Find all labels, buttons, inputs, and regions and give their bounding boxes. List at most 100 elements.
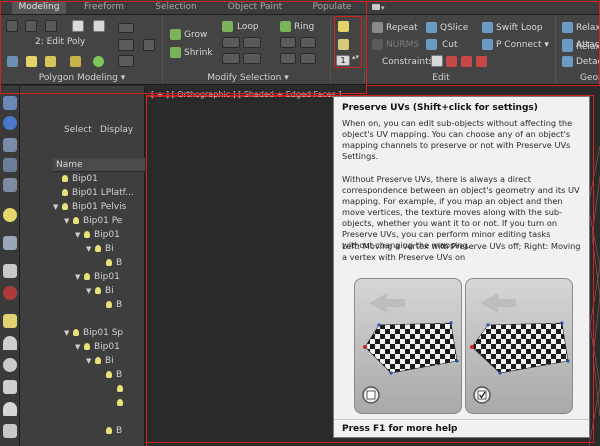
constraint-normal-icon[interactable] xyxy=(476,56,487,67)
list-item[interactable]: ▼ Bip01 Pelvis xyxy=(53,200,145,214)
modify-mode-icon[interactable] xyxy=(7,56,18,67)
loop-shrink-button[interactable] xyxy=(243,37,261,48)
visibility-bulb-icon[interactable] xyxy=(84,343,90,350)
visibility-bulb-icon[interactable] xyxy=(117,399,123,406)
constraint-face-icon[interactable] xyxy=(461,56,472,67)
expand-toggle-icon[interactable]: ▼ xyxy=(53,200,58,214)
attach-button[interactable]: Attach xyxy=(576,40,600,50)
visibility-bulb-icon[interactable] xyxy=(62,189,68,196)
mapping-channel-spinner[interactable]: 1 xyxy=(336,55,350,66)
expand-toggle-icon[interactable]: ▼ xyxy=(86,284,91,298)
list-item[interactable]: ▼ Bi xyxy=(53,354,145,368)
expand-toggle-icon[interactable]: ▼ xyxy=(64,214,69,228)
create-icon[interactable] xyxy=(3,96,17,110)
relax-label[interactable]: Relax xyxy=(576,23,600,33)
list-item[interactable]: Bip01 LPlatf... xyxy=(53,186,145,200)
detach-button[interactable]: Detach xyxy=(576,57,600,67)
pyramid-icon[interactable] xyxy=(3,424,17,438)
sphere-icon[interactable] xyxy=(3,336,17,350)
visibility-bulb-icon[interactable] xyxy=(95,245,101,252)
visibility-bulb-icon[interactable] xyxy=(95,287,101,294)
visibility-bulb-icon[interactable] xyxy=(84,231,90,238)
ribbon-options-caret-icon[interactable]: ▾ xyxy=(381,4,385,12)
loop-mode-button[interactable] xyxy=(222,53,240,64)
tab-modeling[interactable]: Modeling xyxy=(12,1,66,14)
ribbon-options-icon[interactable] xyxy=(372,4,380,10)
loop-button[interactable]: Loop xyxy=(237,22,259,32)
visibility-bulb-icon[interactable] xyxy=(62,203,68,210)
expand-toggle-icon[interactable]: ▼ xyxy=(75,228,80,242)
list-item[interactable] xyxy=(53,396,145,410)
ring-mode-button[interactable] xyxy=(280,53,296,64)
ignore-backfacing-icon[interactable] xyxy=(93,56,104,67)
expand-toggle-icon[interactable]: ▼ xyxy=(86,354,91,368)
light-icon[interactable] xyxy=(3,208,17,222)
visibility-bulb-icon[interactable] xyxy=(62,175,68,182)
qslice-button[interactable]: QSlice xyxy=(440,23,468,33)
list-item[interactable]: Bip01 xyxy=(53,172,145,186)
vertex-mode-button[interactable] xyxy=(6,20,18,32)
motion-icon[interactable] xyxy=(3,158,17,172)
tab-freeform[interactable]: Freeform xyxy=(74,1,134,14)
explorer-tab-select[interactable]: Select xyxy=(64,122,92,138)
expand-toggle-icon[interactable]: ▼ xyxy=(64,326,69,340)
list-item[interactable]: B xyxy=(53,424,145,438)
expand-toggle-icon[interactable]: ▼ xyxy=(75,270,80,284)
list-item[interactable]: ▼ Bi xyxy=(53,284,145,298)
list-item[interactable]: B xyxy=(53,298,145,312)
loop-grow-button[interactable] xyxy=(222,37,240,48)
pin-stack-button[interactable] xyxy=(118,23,134,33)
explorer-tab-display[interactable]: Display xyxy=(100,122,133,138)
use-soft-selection-icon[interactable] xyxy=(70,56,81,67)
list-item[interactable]: B xyxy=(53,256,145,270)
spinner-arrows-icon[interactable]: ▴▾ xyxy=(352,53,359,61)
list-item[interactable]: ▼ Bip01 xyxy=(53,340,145,354)
visibility-bulb-icon[interactable] xyxy=(73,329,79,336)
viewport-label[interactable]: [ + ] [ Orthographic ] [ Shaded + Edged … xyxy=(151,90,341,99)
list-item[interactable] xyxy=(53,382,145,396)
bone-icon[interactable] xyxy=(3,286,17,300)
list-item[interactable]: ▼ Bip01 Pe xyxy=(53,214,145,228)
list-item[interactable]: B xyxy=(53,368,145,382)
edge-mode-button[interactable] xyxy=(25,20,37,32)
visibility-bulb-icon[interactable] xyxy=(73,217,79,224)
geometry-group-label[interactable]: Geom xyxy=(580,72,600,84)
visibility-bulb-icon[interactable] xyxy=(117,385,123,392)
polygon-modeling-group-label[interactable]: Polygon Modeling ▾ xyxy=(8,72,156,84)
ring-grow-button[interactable] xyxy=(280,37,296,48)
modify-icon[interactable] xyxy=(3,116,17,130)
helper-icon[interactable] xyxy=(3,264,17,278)
collapse-stack-button[interactable] xyxy=(118,39,134,51)
shrink-button[interactable]: Shrink xyxy=(184,48,213,58)
expand-toggle-icon[interactable]: ▼ xyxy=(86,242,91,256)
polygon-mode-button[interactable] xyxy=(72,20,84,32)
modify-selection-group-label[interactable]: Modify Selection ▾ xyxy=(166,72,330,84)
preserve-uvs-settings-icon[interactable] xyxy=(338,39,349,50)
visibility-bulb-icon[interactable] xyxy=(106,301,112,308)
shape-icon[interactable] xyxy=(3,380,17,394)
preserve-uvs-icon[interactable] xyxy=(338,21,349,32)
visibility-bulb-icon[interactable] xyxy=(106,427,112,434)
display-icon[interactable] xyxy=(3,178,17,192)
edit-group-label[interactable]: Edit xyxy=(366,72,516,84)
visibility-bulb-icon[interactable] xyxy=(106,259,112,266)
preserve-uvs-toggle-icon[interactable] xyxy=(26,56,37,67)
previous-modifier-button[interactable] xyxy=(143,39,155,51)
tab-selection[interactable]: Selection xyxy=(146,1,206,14)
constraint-edge-icon[interactable] xyxy=(446,56,457,67)
grow-button[interactable]: Grow xyxy=(184,30,207,40)
expand-toggle-icon[interactable]: ▼ xyxy=(75,340,80,354)
constraint-none-button[interactable] xyxy=(431,55,443,67)
swift-loop-button[interactable]: Swift Loop xyxy=(496,23,543,33)
element-mode-button[interactable] xyxy=(93,20,105,32)
show-cage-icon[interactable] xyxy=(45,56,56,67)
visibility-bulb-icon[interactable] xyxy=(106,371,112,378)
box-icon[interactable] xyxy=(3,314,17,328)
cut-button[interactable]: Cut xyxy=(442,40,458,50)
visibility-bulb-icon[interactable] xyxy=(95,357,101,364)
p-connect-button[interactable]: P Connect ▾ xyxy=(496,40,549,50)
cone-icon[interactable] xyxy=(3,402,17,416)
next-modifier-button[interactable] xyxy=(118,55,134,67)
border-mode-button[interactable] xyxy=(45,20,57,32)
nurms-button[interactable]: NURMS xyxy=(386,40,419,50)
